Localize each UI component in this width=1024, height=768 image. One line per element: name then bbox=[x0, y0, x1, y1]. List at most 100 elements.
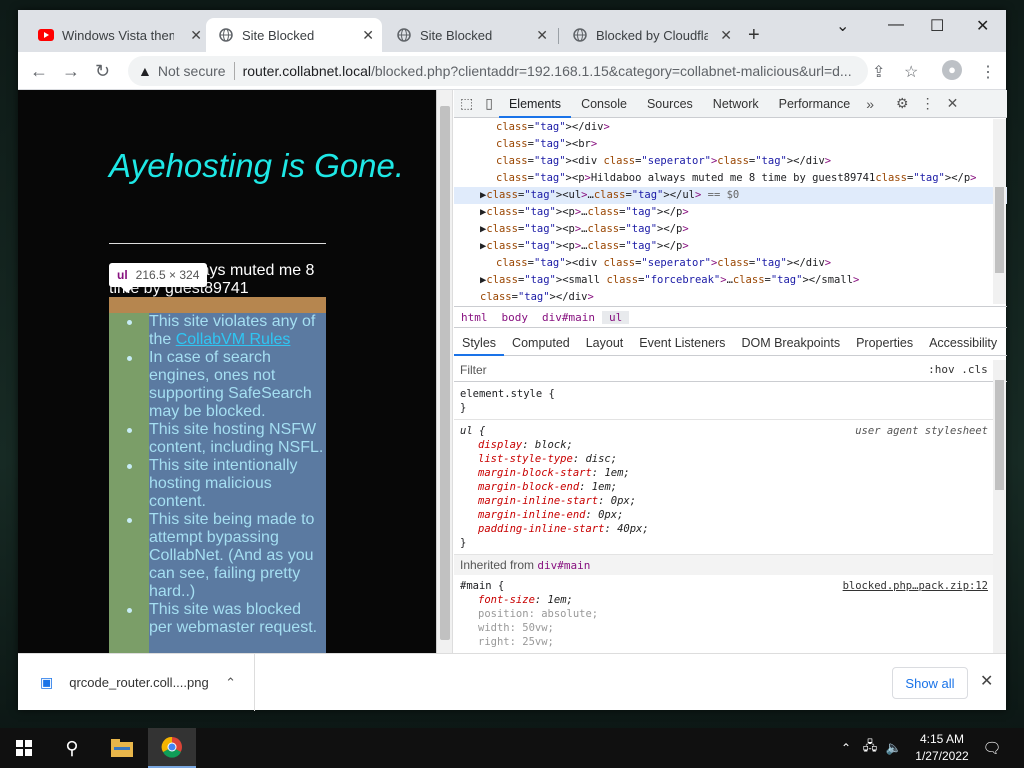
list-item: This site hosting NSFW content, includin… bbox=[127, 421, 326, 457]
inspect-element-icon[interactable]: ⬚ bbox=[454, 95, 479, 112]
css-property[interactable]: margin-block-end: 1em; bbox=[454, 480, 994, 494]
taskbar-clock[interactable]: 4:15 AM 1/27/2022 bbox=[912, 731, 972, 765]
tab-computed[interactable]: Computed bbox=[504, 330, 578, 356]
close-devtools-icon[interactable]: ✕ bbox=[941, 95, 965, 112]
menu-kebab-icon[interactable]: ⋮ bbox=[980, 62, 996, 82]
dom-node-line[interactable]: ▶class="tag"><ul>…class="tag"></ul> == $… bbox=[454, 187, 1007, 204]
image-file-icon: ▣ bbox=[40, 674, 54, 690]
css-property[interactable]: margin-inline-start: 0px; bbox=[454, 494, 994, 508]
show-all-button[interactable]: Show all bbox=[892, 667, 968, 699]
tab-title: Site Blocked bbox=[420, 27, 493, 43]
breadcrumb-html[interactable]: html bbox=[454, 311, 495, 324]
close-download-bar-icon[interactable]: ✕ bbox=[980, 671, 993, 691]
tooltip-tag: ul bbox=[117, 268, 128, 282]
filter-tools[interactable]: :hov .cls + bbox=[928, 363, 1001, 376]
device-toggle-icon[interactable]: ▯ bbox=[479, 95, 499, 112]
tab-layout[interactable]: Layout bbox=[578, 330, 632, 356]
css-property[interactable]: display: block; bbox=[454, 438, 994, 452]
settings-gear-icon[interactable]: ⚙ bbox=[890, 95, 915, 112]
dom-node-line[interactable]: ▶class="tag"><p>…class="tag"></p> bbox=[454, 221, 1007, 238]
globe-icon bbox=[572, 27, 588, 43]
back-button[interactable]: ← bbox=[30, 61, 48, 82]
minimize-button[interactable]: — bbox=[888, 16, 904, 34]
dom-node-line[interactable]: class="tag"><div class="seperator">class… bbox=[454, 255, 1007, 272]
new-tab-button[interactable]: + bbox=[748, 24, 760, 47]
chevron-up-icon[interactable]: ⌃ bbox=[225, 675, 236, 691]
css-property[interactable]: font-size: 1em; bbox=[454, 593, 994, 607]
start-windows-icon[interactable] bbox=[4, 728, 44, 768]
tab-search-chevron-icon[interactable]: ⌄ bbox=[836, 16, 849, 36]
more-tabs-icon[interactable]: » bbox=[860, 96, 880, 112]
dom-node-line[interactable]: ▶class="tag"><p>…class="tag"></p> bbox=[454, 204, 1007, 221]
breadcrumb-body[interactable]: body bbox=[495, 311, 536, 324]
dom-node-line[interactable]: ▶class="tag"><small class="forcebreak">…… bbox=[454, 272, 1007, 289]
tab-console[interactable]: Console bbox=[571, 90, 637, 118]
tab-accessibility[interactable]: Accessibility bbox=[921, 330, 1005, 356]
page-viewport: Ayehosting is Gone. Hildaboo always mute… bbox=[18, 90, 436, 653]
dom-scrollbar[interactable] bbox=[993, 119, 1006, 304]
main-rule-source-link[interactable]: blocked.php…pack.zip:12 bbox=[843, 579, 988, 593]
youtube-icon bbox=[38, 27, 54, 43]
tab-performance[interactable]: Performance bbox=[769, 90, 861, 118]
css-property[interactable]: width: 50vw; bbox=[454, 621, 994, 635]
profile-avatar[interactable]: ● bbox=[942, 60, 962, 80]
network-icon[interactable]: 🖧 bbox=[860, 728, 880, 768]
bookmark-star-icon[interactable]: ☆ bbox=[904, 62, 918, 82]
list-item: This site being made to attempt bypassin… bbox=[127, 511, 326, 601]
page-heading: Ayehosting is Gone. bbox=[109, 147, 405, 184]
css-property[interactable]: padding-inline-start: 40px; bbox=[454, 522, 994, 536]
dom-node-line[interactable]: class="tag"></div> bbox=[454, 119, 1007, 136]
devtools-menu-icon[interactable]: ⋮ bbox=[915, 95, 941, 112]
tab-elements[interactable]: Elements bbox=[498, 90, 572, 118]
close-icon[interactable]: ✕ bbox=[362, 27, 374, 44]
volume-muted-icon[interactable]: 🔈 bbox=[884, 728, 904, 768]
tab-properties[interactable]: Properties bbox=[848, 330, 921, 356]
css-property[interactable]: margin-inline-end: 0px; bbox=[454, 508, 994, 522]
tab-sources[interactable]: Sources bbox=[637, 90, 703, 118]
styles-filter-input[interactable]: Filter :hov .cls + bbox=[454, 358, 1007, 382]
tab-styles[interactable]: Styles bbox=[454, 330, 505, 356]
tooltip-size: 216.5 × 324 bbox=[135, 268, 200, 282]
close-icon[interactable]: ✕ bbox=[536, 27, 548, 44]
css-property[interactable]: position: absolute; bbox=[454, 607, 994, 621]
collabvm-rules-link[interactable]: CollabVM Rules bbox=[176, 331, 291, 348]
css-property[interactable]: list-style-type: disc; bbox=[454, 452, 994, 466]
dom-node-line[interactable]: class="tag"><p>Hildaboo always muted me … bbox=[454, 170, 1007, 187]
warning-icon: ▲ bbox=[138, 63, 152, 79]
download-item[interactable]: ▣ qrcode_router.coll....png ⌃ bbox=[18, 654, 255, 711]
maximize-button[interactable]: ☐ bbox=[930, 16, 944, 36]
page-scrollbar[interactable] bbox=[437, 90, 453, 653]
devtools-panel: ⬚ ▯ Elements Console Sources Network Per… bbox=[436, 90, 1007, 653]
css-property[interactable]: right: 25vw; bbox=[454, 635, 994, 649]
show-hidden-icons-chevron[interactable]: ⌃ bbox=[836, 728, 856, 768]
tab-event-listeners[interactable]: Event Listeners bbox=[631, 330, 733, 356]
css-property[interactable]: margin-block-start: 1em; bbox=[454, 466, 994, 480]
browser-toolbar: ← → ↻ ▲ Not secure router.collabnet.loca… bbox=[18, 52, 1006, 90]
tab-dom-breakpoints[interactable]: DOM Breakpoints bbox=[733, 330, 848, 356]
close-icon[interactable]: ✕ bbox=[720, 27, 732, 44]
rules-list: This site violates any of the CollabVM R… bbox=[127, 313, 326, 637]
close-window-button[interactable]: ✕ bbox=[976, 16, 989, 36]
tab-site-blocked[interactable]: Site Blocked ✕ bbox=[384, 18, 556, 52]
search-icon[interactable]: ⚲ bbox=[52, 728, 92, 768]
tab-blocked-cloudflare[interactable]: Blocked by Cloudflare ✕ bbox=[560, 18, 740, 52]
breadcrumb-ul[interactable]: ul bbox=[601, 310, 630, 324]
list-item: This site was blocked per webmaster requ… bbox=[127, 601, 326, 637]
forward-button[interactable]: → bbox=[62, 61, 80, 82]
tab-site-blocked-active[interactable]: Site Blocked ✕ bbox=[206, 18, 382, 52]
breadcrumb-main[interactable]: div#main bbox=[535, 311, 602, 324]
reload-button[interactable]: ↻ bbox=[95, 61, 110, 82]
address-bar[interactable]: ▲ Not secure router.collabnet.local/bloc… bbox=[128, 56, 868, 86]
tab-windows-vista[interactable]: Windows Vista theme ✕ bbox=[26, 18, 210, 52]
notification-icon[interactable]: 🗨 bbox=[980, 728, 1004, 768]
tab-network[interactable]: Network bbox=[703, 90, 769, 118]
styles-scrollbar[interactable] bbox=[993, 360, 1006, 653]
share-icon[interactable]: ⇪ bbox=[872, 62, 885, 82]
dom-node-line[interactable]: ▶class="tag"><p>…class="tag"></p> bbox=[454, 238, 1007, 255]
file-explorer-icon[interactable] bbox=[100, 728, 144, 768]
chrome-taskbar-icon[interactable] bbox=[148, 728, 196, 768]
dom-node-line[interactable]: class="tag"><br> bbox=[454, 136, 1007, 153]
dom-node-line[interactable]: class="tag"></div> bbox=[454, 289, 1007, 304]
dom-node-line[interactable]: class="tag"><div class="seperator">class… bbox=[454, 153, 1007, 170]
close-icon[interactable]: ✕ bbox=[190, 27, 202, 44]
